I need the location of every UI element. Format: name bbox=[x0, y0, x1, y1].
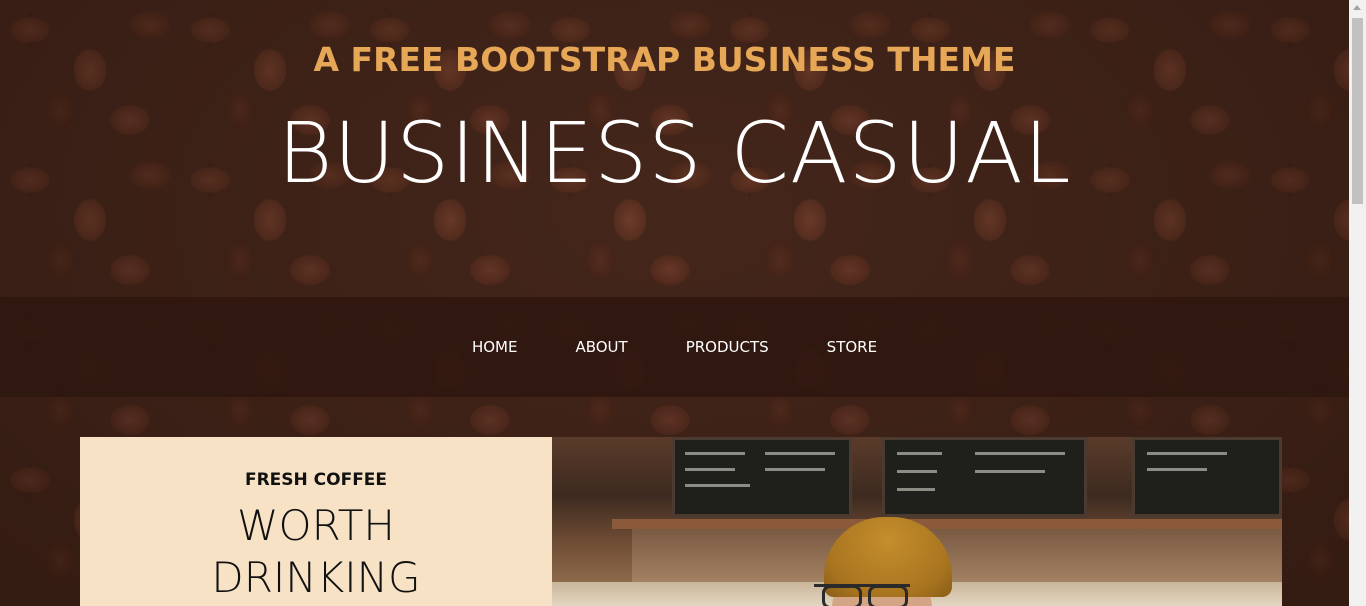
nav-item-products[interactable]: PRODUCTS bbox=[657, 338, 798, 356]
intro-heading-upper: FRESH COFFEE bbox=[244, 470, 388, 490]
scrollbar-thumb[interactable] bbox=[1352, 18, 1363, 204]
scroll-up-arrow-icon[interactable] bbox=[1353, 5, 1361, 10]
intro-heading-line-1: WORTH bbox=[237, 501, 395, 550]
nav-item-about[interactable]: ABOUT bbox=[546, 338, 656, 356]
menu-board bbox=[1132, 437, 1282, 517]
intro-text-box: FRESH COFFEE WORTH DRINKING bbox=[80, 437, 552, 606]
site-heading-lower: BUSINESS CASUAL bbox=[277, 104, 1072, 202]
intro-heading-lower: WORTH DRINKING bbox=[80, 500, 552, 604]
intro-heading-line-2: DRINKING bbox=[211, 553, 421, 602]
intro-image-barista bbox=[552, 437, 1282, 606]
menu-board bbox=[882, 437, 1087, 517]
page-scrollbar[interactable] bbox=[1349, 0, 1366, 606]
site-heading-upper: A FREE BOOTSTRAP BUSINESS THEME bbox=[313, 40, 1016, 79]
menu-board bbox=[672, 437, 852, 517]
nav-item-store[interactable]: STORE bbox=[798, 338, 906, 356]
main-navbar: HOME ABOUT PRODUCTS STORE bbox=[0, 297, 1349, 397]
nav-item-home[interactable]: HOME bbox=[443, 338, 547, 356]
